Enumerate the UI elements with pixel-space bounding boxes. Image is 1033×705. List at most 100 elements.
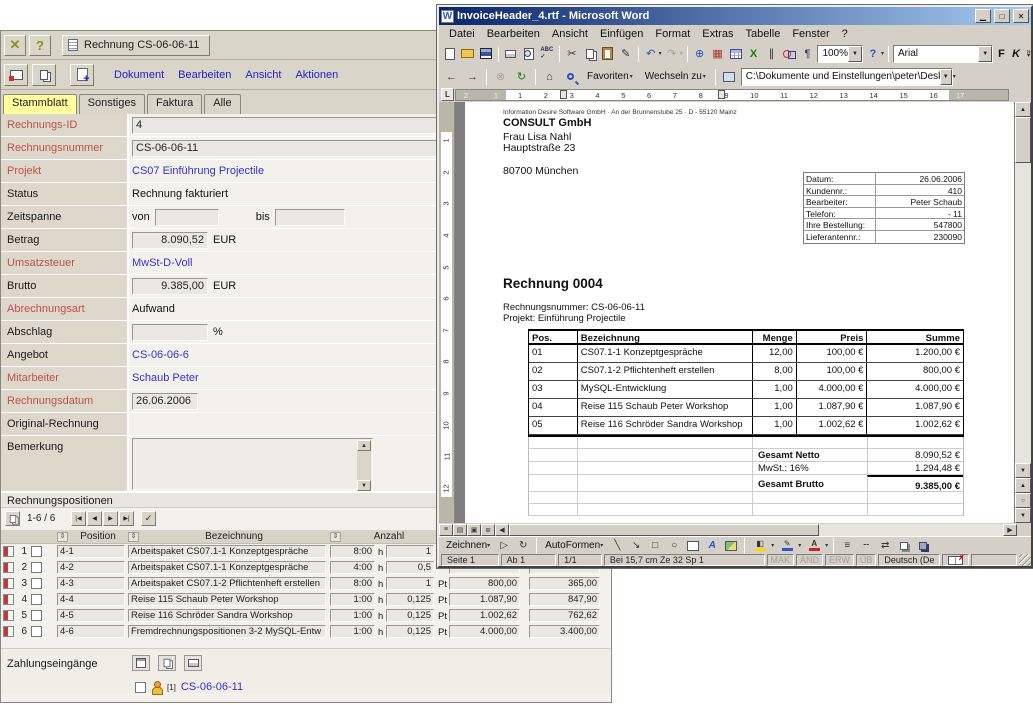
tab[interactable]: Faktura [147, 94, 202, 114]
row-record-icon[interactable] [3, 594, 14, 605]
next-page-button[interactable]: ▶ [103, 511, 118, 526]
insert-hyperlink-icon[interactable]: ⊕ [692, 45, 708, 63]
anzahl-input[interactable] [330, 545, 375, 558]
copy-button[interactable] [32, 64, 56, 86]
help-icon[interactable]: ? [865, 45, 881, 63]
scroll-right-icon[interactable]: ▶ [1003, 524, 1017, 536]
oval-icon[interactable]: ○ [666, 538, 682, 554]
stop-icon[interactable]: ⊗ [491, 68, 510, 86]
columns-icon[interactable]: ∥ [764, 45, 780, 63]
undo-icon[interactable]: ↶ [643, 45, 659, 63]
shadow-icon[interactable] [896, 538, 912, 554]
row-record-icon[interactable] [3, 610, 14, 621]
print-preview-icon[interactable] [521, 45, 537, 63]
wordart-icon[interactable]: A [704, 538, 720, 554]
col-position[interactable]: Position [71, 531, 125, 542]
scrollbar-thumb[interactable] [509, 524, 819, 536]
close-icon[interactable]: ✕ [4, 35, 26, 56]
format-painter-icon[interactable]: ✎ [618, 45, 634, 63]
vertical-ruler[interactable]: 123456789101112 [439, 102, 455, 523]
scroll-up-icon[interactable]: ▲ [1015, 102, 1031, 117]
col-anzahl[interactable]: Anzahl [344, 531, 434, 542]
app-menu-item[interactable]: Dokument [114, 69, 164, 81]
summe-input[interactable] [529, 625, 600, 638]
line-style-icon[interactable]: ≡ [839, 538, 855, 554]
draw-menu-button[interactable]: Zeichnen▾ [443, 538, 493, 554]
position-name-input[interactable] [128, 561, 326, 574]
menu-item[interactable]: Tabelle [739, 27, 786, 41]
scrollbar-thumb[interactable] [1015, 117, 1031, 163]
preis-input[interactable] [449, 625, 520, 638]
anzahl-input[interactable] [330, 577, 375, 590]
position-name-input[interactable] [128, 609, 326, 622]
drawing-icon[interactable] [782, 45, 798, 63]
search-icon[interactable] [561, 68, 580, 86]
chevron-down-icon[interactable]: ▼ [848, 46, 862, 62]
vertical-scrollbar[interactable]: ▲ ▼ ▲ ○ ▼ [1015, 102, 1031, 523]
position-name-input[interactable] [128, 545, 326, 558]
preis-input[interactable] [449, 593, 520, 606]
home-icon[interactable]: ⌂ [540, 68, 559, 86]
more-buttons-icon[interactable]: »▾ [1026, 49, 1030, 59]
prev-page-button[interactable]: ◀ [87, 511, 102, 526]
insert-excel-icon[interactable]: X [746, 45, 762, 63]
sort-icon[interactable]: ⇕ [128, 532, 139, 542]
rechnungsdatum-input[interactable] [132, 393, 198, 410]
dash-style-icon[interactable]: ╌ [858, 538, 874, 554]
normal-view-icon[interactable]: ≡ [439, 524, 453, 536]
zeitspanne-von-input[interactable] [155, 209, 219, 226]
textarea-scrollbar[interactable]: ▲ ▼ [357, 440, 371, 491]
arrow-icon[interactable]: ↘ [628, 538, 644, 554]
bemerkung-textarea[interactable] [132, 438, 373, 490]
mitarbeiter-link[interactable]: Schaub Peter [132, 372, 199, 384]
document-page[interactable]: Information Desire Software GmbH · An de… [465, 102, 1014, 523]
summe-input[interactable] [529, 577, 600, 590]
zoom-select[interactable]: 100% ▼ [817, 45, 863, 63]
fill-color-icon[interactable]: ◧ [750, 538, 770, 554]
row-checkbox[interactable] [31, 546, 42, 557]
rectangle-icon[interactable]: □ [647, 538, 663, 554]
chevron-down-icon[interactable]: ▼ [940, 69, 952, 85]
position-id-input[interactable] [57, 625, 125, 638]
outline-view-icon[interactable]: ≣ [481, 524, 495, 536]
row-record-icon[interactable] [3, 546, 14, 557]
open-icon[interactable] [460, 45, 476, 63]
italic-button[interactable]: K [1010, 45, 1023, 62]
anzahl-input[interactable] [330, 593, 375, 606]
payment-link[interactable]: CS-06-06-11 [181, 681, 243, 693]
menu-item[interactable]: ? [836, 27, 854, 41]
autoshapes-menu-button[interactable]: AutoFormen▾ [542, 538, 606, 554]
col-bezeichnung[interactable]: Bezeichnung [142, 531, 326, 542]
row-checkbox[interactable] [31, 562, 42, 573]
address-input[interactable]: C:\Dokumente und Einstellungen\peter\Des… [741, 68, 953, 86]
position-id-input[interactable] [57, 609, 125, 622]
row-checkbox[interactable] [31, 594, 42, 605]
scroll-left-icon[interactable]: ◀ [495, 524, 509, 536]
menu-item[interactable]: Fenster [786, 27, 835, 41]
anzahl-input[interactable] [330, 625, 375, 638]
resize-grip-icon[interactable] [1019, 554, 1031, 566]
paste-icon[interactable] [600, 45, 616, 63]
position-id-input[interactable] [57, 545, 125, 558]
web-layout-view-icon[interactable]: ▤ [453, 524, 467, 536]
summe-input[interactable] [529, 593, 600, 606]
browse-next-icon[interactable]: ▼ [1015, 508, 1031, 523]
minimize-icon[interactable]: ▁ [975, 9, 991, 23]
tab[interactable]: Alle [204, 94, 240, 114]
scroll-down-icon[interactable]: ▼ [357, 480, 371, 491]
clipart-icon[interactable] [723, 538, 739, 554]
save-icon[interactable] [478, 45, 494, 63]
payment-checkbox[interactable] [135, 682, 146, 693]
form-button[interactable] [132, 655, 150, 671]
indent-marker[interactable] [718, 90, 725, 99]
faktor-input[interactable] [386, 625, 434, 638]
arrow-style-icon[interactable]: ⇄ [877, 538, 893, 554]
browse-object-icon[interactable]: ○ [1015, 493, 1031, 508]
tab[interactable]: Stammblatt [3, 94, 77, 114]
sort-icon[interactable]: ⇕ [57, 532, 68, 542]
redo-icon[interactable]: ↷ [664, 45, 680, 63]
app-menu-item[interactable]: Aktionen [295, 69, 338, 81]
row-checkbox[interactable] [31, 578, 42, 589]
position-id-input[interactable] [57, 593, 125, 606]
summe-input[interactable] [529, 609, 600, 622]
